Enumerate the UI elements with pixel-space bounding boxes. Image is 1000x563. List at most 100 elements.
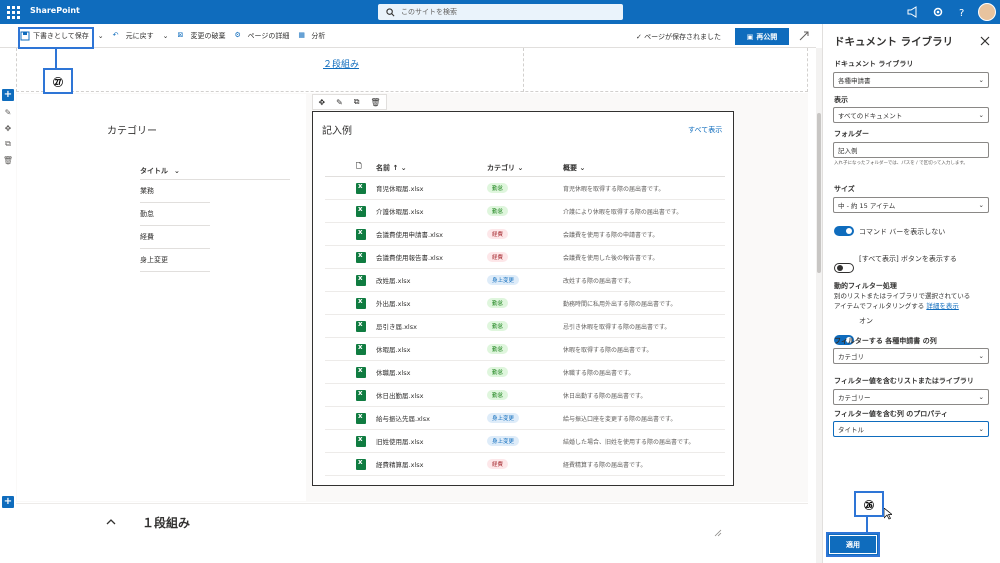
app-name[interactable]: SharePoint <box>30 6 80 15</box>
move-icon[interactable]: ✥ <box>2 122 14 134</box>
edit-icon[interactable]: ✎ <box>336 98 343 107</box>
republish-label: 再公開 <box>756 32 778 41</box>
list-item[interactable]: 業務 <box>140 180 210 203</box>
undo-button[interactable]: ↶ 元に戻す <box>113 31 154 41</box>
two-column-link[interactable]: ２段組み <box>323 57 359 70</box>
table-row[interactable]: 旧姓使用届.xlsx身上変更 結婚した場合、旧姓を使用する際の届出書です。 <box>325 430 725 453</box>
table-row[interactable]: 給与振込先届.xlsx身上変更 給与振込口座を変更する際の届出書です。 <box>325 407 725 430</box>
file-name[interactable]: 改姓届.xlsx <box>376 275 487 285</box>
file-name[interactable]: 休職届.xlsx <box>376 367 487 377</box>
discard-button[interactable]: ⊠ 変更の破棄 <box>178 31 226 41</box>
avatar[interactable] <box>978 3 996 21</box>
column-header-summary[interactable]: 概要 ⌄ <box>563 163 723 173</box>
megaphone-icon[interactable] <box>906 6 918 18</box>
show-all-link[interactable]: すべて表示 <box>688 125 722 135</box>
show-all-button-toggle[interactable] <box>834 263 854 273</box>
list-item[interactable]: 経費 <box>140 226 210 249</box>
close-icon[interactable] <box>980 36 990 46</box>
table-row[interactable]: 忌引き届.xlsx勤怠 忌引き休暇を取得する際の届出書です。 <box>325 315 725 338</box>
list-item-label: 経費 <box>140 233 154 241</box>
file-name[interactable]: 育児休暇届.xlsx <box>376 183 487 193</box>
toggle-label: [すべて表示] ボタンを表示する <box>859 255 957 263</box>
republish-button[interactable]: ▣ 再公開 <box>735 28 789 45</box>
library-dropdown[interactable]: 各種申請書 ⌄ <box>833 72 989 88</box>
file-name[interactable]: 介護休暇届.xlsx <box>376 206 487 216</box>
callout-connector <box>55 49 57 68</box>
file-name[interactable]: 会議費使用報告書.xlsx <box>376 252 487 262</box>
file-type-icon[interactable]: 🗋 <box>325 162 376 173</box>
excel-file-icon <box>325 182 376 194</box>
table-row[interactable]: 休日出勤届.xlsx勤怠 休日出勤する際の届出書です。 <box>325 384 725 407</box>
category-badge: 勤怠 <box>487 367 509 377</box>
file-name[interactable]: 休日出勤届.xlsx <box>376 390 487 400</box>
help-icon[interactable]: ? <box>956 6 968 18</box>
table-row[interactable]: 改姓届.xlsx身上変更 改姓する際の届出書です。 <box>325 269 725 292</box>
chevron-down-icon[interactable]: ⌄ <box>98 32 104 40</box>
table-row[interactable]: 会議費使用報告書.xlsx経費 会議費を使用した後の報告書です。 <box>325 246 725 269</box>
filter-source-dropdown[interactable]: カテゴリー ⌄ <box>833 389 989 405</box>
chevron-down-icon: ⌄ <box>978 201 984 209</box>
column-header-name[interactable]: 名前 ↑ ⌄ <box>376 163 487 173</box>
category-column-header[interactable]: タイトル ⌄ <box>140 162 290 180</box>
filter-property-value: タイトル <box>838 426 864 434</box>
column-header-category[interactable]: カテゴリ ⌄ <box>487 163 563 173</box>
category-badge: 経費 <box>487 252 509 262</box>
category-cell: 経費 <box>487 229 563 239</box>
hide-command-bar-toggle[interactable] <box>834 226 854 236</box>
chevron-up-icon[interactable] <box>104 515 118 529</box>
view-dropdown[interactable]: すべてのドキュメント ⌄ <box>833 107 989 123</box>
chevron-down-icon[interactable]: ⌄ <box>163 32 169 40</box>
file-name[interactable]: 休暇届.xlsx <box>376 344 487 354</box>
delete-icon[interactable]: 🗑 <box>370 98 380 107</box>
excel-file-icon <box>325 435 376 447</box>
callout-26: ㉖ <box>854 491 884 517</box>
gear-icon: ⚙ <box>234 30 241 39</box>
file-name[interactable]: 経費精算届.xlsx <box>376 459 487 469</box>
filter-column-dropdown[interactable]: カテゴリ ⌄ <box>833 348 989 364</box>
duplicate-icon[interactable]: ⧉ <box>354 97 360 107</box>
duplicate-icon[interactable]: ⧉ <box>2 138 14 150</box>
filter-property-dropdown[interactable]: タイトル ⌄ <box>833 421 989 437</box>
file-name[interactable]: 会議費使用申請書.xlsx <box>376 229 487 239</box>
app-launcher-icon[interactable] <box>6 5 20 19</box>
scrollbar-thumb[interactable] <box>817 113 821 273</box>
delete-icon[interactable]: 🗑 <box>2 154 14 166</box>
list-item[interactable]: 勤怠 <box>140 203 210 226</box>
file-name[interactable]: 給与振込先届.xlsx <box>376 413 487 423</box>
summary-cell: 忌引き休暇を取得する際の届出書です。 <box>563 323 671 331</box>
page-details-button[interactable]: ⚙ ページの詳細 <box>235 31 290 41</box>
file-name[interactable]: 忌引き届.xlsx <box>376 321 487 331</box>
analytics-button[interactable]: ▦ 分析 <box>298 31 325 41</box>
add-section-button[interactable]: + <box>2 89 14 101</box>
list-item[interactable]: 身上変更 <box>140 249 210 272</box>
size-dropdown[interactable]: 中 - 約 15 アイテム ⌄ <box>833 197 989 213</box>
table-row[interactable]: 経費精算届.xlsx経費 経費精算する際の届出書です。 <box>325 453 725 476</box>
excel-file-icon <box>325 389 376 401</box>
move-icon[interactable]: ✥ <box>318 98 325 107</box>
column-name-label: 名前 <box>376 163 390 172</box>
file-name[interactable]: 外出届.xlsx <box>376 298 487 308</box>
table-row[interactable]: 外出届.xlsx勤怠 勤務時間に私用外出する際の届出書です。 <box>325 292 725 315</box>
edit-section-icon[interactable]: ✎ <box>2 106 14 118</box>
file-name[interactable]: 旧姓使用届.xlsx <box>376 436 487 446</box>
pane-title: ドキュメント ライブラリ <box>834 36 954 48</box>
summary-cell: 休職する際の届出書です。 <box>563 369 635 377</box>
summary-cell: 育児休暇を取得する際の届出書です。 <box>563 185 665 193</box>
column-title-label: タイトル <box>140 166 168 175</box>
table-row[interactable]: 会議費使用申請書.xlsx経費 会議費を使用する際の申請書です。 <box>325 223 725 246</box>
table-row[interactable]: 育児休暇届.xlsx勤怠 育児休暇を取得する際の届出書です。 <box>325 177 725 200</box>
resize-handle-icon[interactable] <box>714 529 722 537</box>
category-badge: 勤怠 <box>487 390 509 400</box>
table-row[interactable]: 休職届.xlsx勤怠 休職する際の届出書です。 <box>325 361 725 384</box>
add-section-button[interactable]: + <box>2 496 14 508</box>
filter-source-label: フィルター値を含むリストまたはライブラリ <box>834 377 974 385</box>
search-box[interactable]: このサイトを検索 <box>378 4 623 20</box>
table-row[interactable]: 介護休暇届.xlsx勤怠 介護により休暇を取得する際の届出書です。 <box>325 200 725 223</box>
folder-field[interactable]: 記入例 <box>833 142 989 158</box>
table-row[interactable]: 休暇届.xlsx勤怠 休暇を取得する際の届出書です。 <box>325 338 725 361</box>
collapse-icon[interactable] <box>798 30 810 42</box>
gear-icon[interactable] <box>932 6 944 18</box>
filter-column-label: フィルターする 各種申請書 の列 <box>834 337 937 345</box>
details-link[interactable]: 詳細を表示 <box>926 302 959 310</box>
section-one-column <box>16 503 808 563</box>
